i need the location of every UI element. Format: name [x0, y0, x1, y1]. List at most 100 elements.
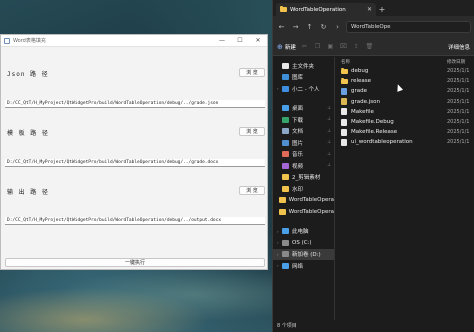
- app-icon: [4, 37, 10, 44]
- copy-icon[interactable]: ❐: [313, 43, 322, 50]
- sidebar-item-label: 视频: [292, 163, 304, 170]
- rename-icon[interactable]: ⌧: [339, 43, 348, 50]
- home-icon: [282, 62, 289, 69]
- sidebar-item[interactable]: › 网络: [273, 260, 334, 272]
- sidebar-item[interactable]: › 小二 - 个人: [273, 83, 334, 95]
- file-row[interactable]: grade 2025/1/1: [335, 86, 474, 96]
- new-button[interactable]: ⊕ 新建: [277, 43, 296, 51]
- sidebar-item[interactable]: 文档 ⊥: [273, 126, 334, 138]
- file-date: 2025/1/1: [447, 139, 470, 146]
- drive-icon: [282, 239, 289, 246]
- expand-path-icon[interactable]: ›: [332, 23, 343, 31]
- file-row[interactable]: Makefile.Release 2025/1/1: [335, 127, 474, 137]
- sidebar-item-label: 新加卷 (D:): [292, 252, 321, 259]
- file-row[interactable]: release 2025/1/1: [335, 76, 474, 86]
- sidebar-item[interactable]: › 此电脑: [273, 226, 334, 238]
- sidebar-item-label: WordTableOpera: [288, 197, 334, 204]
- tab-close-icon[interactable]: ✕: [367, 6, 372, 13]
- application-icon: [341, 87, 347, 95]
- file-row[interactable]: Makefile 2025/1/1: [335, 107, 474, 117]
- up-button[interactable]: ↑: [304, 23, 315, 31]
- desktop-icon: [282, 105, 289, 112]
- file-row[interactable]: Makefile.Debug 2025/1/1: [335, 117, 474, 127]
- sidebar-item[interactable]: 下载 ⊥: [273, 114, 334, 126]
- sidebar-item[interactable]: 音乐 ⊥: [273, 149, 334, 161]
- sidebar-item[interactable]: 视频 ⊥: [273, 160, 334, 172]
- drive-icon: [282, 251, 289, 258]
- explorer-main: 主文件夹 图库 › 小二 - 个人 桌面 ⊥ 下载 ⊥ 文档 ⊥ 图片 ⊥ 音乐 ⊥ 视频 ⊥ 2_剪辑素材 水印…: [273, 57, 474, 320]
- json-browse-button[interactable]: 浏 览: [239, 68, 265, 77]
- file-row[interactable]: debug 2025/1/1: [335, 66, 474, 76]
- template-path-label: 模 板 路 径: [7, 130, 49, 137]
- folder-icon: [278, 208, 286, 215]
- sidebar-item[interactable]: WordTableOpera: [273, 195, 334, 207]
- sidebar-item[interactable]: › OS (C:): [273, 237, 334, 249]
- file-name: ui_wordtableoperation: [351, 139, 413, 146]
- pin-icon: ⊥: [327, 117, 331, 123]
- navigation-pane: 主文件夹 图库 › 小二 - 个人 桌面 ⊥ 下载 ⊥ 文档 ⊥ 图片 ⊥ 音乐 ⊥ 视频 ⊥ 2_剪辑素材 水印…: [273, 57, 335, 320]
- date-column-header[interactable]: 修改日期: [447, 59, 474, 65]
- sidebar-separator: [273, 218, 334, 226]
- file-list: 名称 修改日期 debug 2025/1/1 release 2025/1/1 grad…: [335, 57, 474, 320]
- explorer-toolbar: ⊕ 新建 ✂ ❐ ▣ ⌧ ⇪ 🗑 详细信息: [273, 38, 474, 56]
- maximize-button[interactable]: ☐: [231, 35, 249, 47]
- paste-icon[interactable]: ▣: [326, 43, 335, 50]
- file-rows: debug 2025/1/1 release 2025/1/1 grade 2025/1/…: [335, 66, 474, 148]
- refresh-button[interactable]: ↻: [318, 23, 329, 31]
- sidebar-item[interactable]: 桌面 ⊥: [273, 103, 334, 115]
- file-row[interactable]: grade.json 2025/1/1: [335, 97, 474, 107]
- folder-icon: [341, 78, 348, 84]
- file-name: Makefile: [351, 108, 374, 115]
- file-explorer-window: WordTableOperation ✕ + ← → ↑ ↻ › WordTab…: [272, 0, 474, 332]
- folder-icon: [341, 68, 348, 74]
- folder-icon: [280, 6, 287, 12]
- pin-icon: ⊥: [327, 128, 331, 134]
- download-icon: [282, 116, 289, 123]
- documents-icon: [282, 128, 289, 135]
- back-button[interactable]: ←: [276, 23, 287, 31]
- pin-icon: ⊥: [327, 163, 331, 169]
- minimize-button[interactable]: —: [213, 35, 231, 47]
- address-bar[interactable]: WordTableOpe: [346, 21, 471, 33]
- file-name-cell: Makefile: [341, 108, 447, 116]
- output-path-label: 输 出 路 径: [7, 189, 49, 196]
- file-icon: [341, 128, 347, 136]
- share-icon[interactable]: ⇪: [352, 43, 361, 50]
- file-row[interactable]: ui_wordtableoperation 2025/1/1: [335, 137, 474, 147]
- file-date: 2025/1/1: [447, 108, 470, 115]
- execute-button[interactable]: 一键执行: [5, 258, 265, 267]
- folder-icon: [278, 197, 286, 204]
- file-date: 2025/1/1: [447, 68, 470, 75]
- music-icon: [282, 151, 289, 158]
- close-button[interactable]: ✕: [249, 35, 267, 47]
- new-tab-button[interactable]: +: [376, 3, 388, 16]
- output-path-field[interactable]: D:/CC_QtT/H_MyProject/QtWidgetPro/build/…: [5, 217, 265, 225]
- delete-icon[interactable]: 🗑: [365, 43, 374, 50]
- file-icon: [341, 138, 347, 146]
- cut-icon[interactable]: ✂: [300, 43, 309, 50]
- status-bar: 8 个项目: [277, 323, 297, 329]
- sidebar-item[interactable]: › 新加卷 (D:): [273, 248, 334, 260]
- sidebar-item-label: 主文件夹: [292, 63, 315, 70]
- sidebar-item[interactable]: WordTableOpera: [273, 206, 334, 218]
- json-path-field[interactable]: D:/CC_QtT/H_MyProject/QtWidgetPro/build/…: [5, 100, 265, 108]
- template-browse-button[interactable]: 浏 览: [239, 127, 265, 136]
- sidebar-item-label: 下载: [292, 117, 304, 124]
- sidebar-item[interactable]: 图片 ⊥: [273, 137, 334, 149]
- sidebar-item[interactable]: 水印: [273, 183, 334, 195]
- pin-icon: ⊥: [327, 105, 331, 111]
- details-button[interactable]: 详细信息: [448, 43, 470, 51]
- sidebar-item[interactable]: 图库: [273, 72, 334, 84]
- file-name: grade: [351, 88, 367, 95]
- template-path-field[interactable]: D:/CC_QtT/H_MyProject/QtWidgetPro/build/…: [5, 159, 265, 167]
- videos-icon: [282, 162, 289, 169]
- sidebar-item[interactable]: 主文件夹: [273, 60, 334, 72]
- file-name-cell: release: [341, 78, 447, 84]
- name-column-header[interactable]: 名称: [341, 59, 447, 65]
- pin-icon: ⊥: [327, 151, 331, 157]
- forward-button[interactable]: →: [290, 23, 301, 31]
- sidebar-item[interactable]: 2_剪辑素材: [273, 172, 334, 184]
- explorer-tab[interactable]: WordTableOperation ✕: [276, 3, 376, 16]
- gallery-icon: [282, 74, 289, 81]
- output-browse-button[interactable]: 浏 览: [239, 186, 265, 195]
